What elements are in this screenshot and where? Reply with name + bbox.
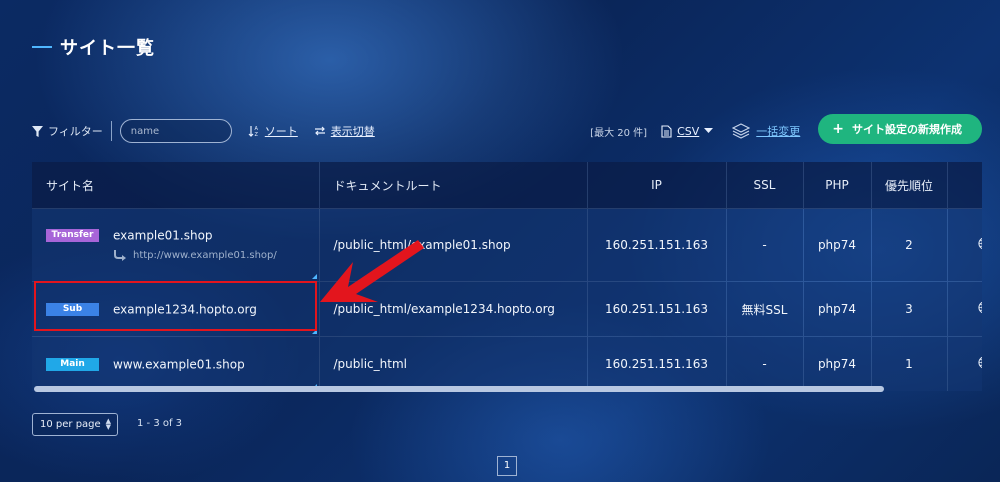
globe-icon[interactable] <box>978 237 982 250</box>
toggle-icon <box>314 126 325 136</box>
globe-icon[interactable] <box>978 356 982 369</box>
layers-icon <box>732 123 751 139</box>
annotation-arrow <box>320 240 424 302</box>
column-header-actions <box>947 162 982 209</box>
highlight-box <box>34 281 317 331</box>
caret-down-icon <box>704 128 714 133</box>
toggle-view-label: 表示切替 <box>330 125 375 138</box>
search-input[interactable] <box>119 119 232 143</box>
filter-icon <box>32 125 43 137</box>
actions-cell <box>947 336 982 391</box>
csv-label: CSV <box>677 124 700 138</box>
column-header-docroot[interactable]: ドキュメントルート <box>319 162 588 209</box>
redirect-url[interactable]: http://www.example01.shop/ <box>133 250 277 261</box>
priority-cell: 1 <box>871 336 948 391</box>
filter-label-group: フィルター <box>32 123 103 139</box>
column-header-site-name[interactable]: サイト名 <box>32 162 320 209</box>
sort-label: ソート <box>264 125 298 138</box>
site-table-container: サイト名 ドキュメントルート IP SSL PHP 優先順位 Transfer e… <box>32 162 982 394</box>
bulk-edit-label: 一括変更 <box>756 125 801 138</box>
column-header-priority[interactable]: 優先順位 <box>871 162 948 209</box>
php-cell: php74 <box>803 336 872 391</box>
priority-cell: 2 <box>871 208 948 282</box>
site-name-cell: Main www.example01.shop <box>32 336 320 391</box>
plus-icon: + <box>832 121 844 137</box>
document-icon <box>661 124 672 138</box>
php-cell: php74 <box>803 281 872 337</box>
toolbar: フィルター A Z ソート 表示切替 [最大 20 件] CSV <box>32 114 982 144</box>
globe-icon[interactable] <box>978 301 982 314</box>
priority-cell: 3 <box>871 281 948 337</box>
column-header-ssl[interactable]: SSL <box>726 162 804 209</box>
pagination-range: 1 - 3 of 3 <box>137 418 183 429</box>
ip-cell: 160.251.151.163 <box>587 208 727 282</box>
page-header: サイト一覧 <box>32 34 155 60</box>
column-header-php[interactable]: PHP <box>803 162 872 209</box>
max-items-note: [最大 20 件] <box>590 127 648 139</box>
bulk-edit-link[interactable]: 一括変更 <box>732 123 800 139</box>
site-domain[interactable]: www.example01.shop <box>113 357 245 371</box>
page-button-1[interactable]: 1 <box>497 456 517 476</box>
per-page-select[interactable]: 10 per page ▲ ▼ <box>32 413 118 436</box>
actions-cell <box>947 281 982 337</box>
toolbar-divider <box>110 121 112 141</box>
table-row[interactable]: Main www.example01.shop /public_html 160.… <box>32 336 982 391</box>
ip-cell: 160.251.151.163 <box>587 281 727 337</box>
page-title: サイト一覧 <box>60 38 155 59</box>
ssl-cell: - <box>726 208 804 282</box>
docroot-cell: /public_html <box>319 336 588 391</box>
redirect-arrow-icon <box>114 249 126 261</box>
svg-text:Z: Z <box>254 132 258 137</box>
per-page-value: 10 per page <box>40 419 101 430</box>
site-domain[interactable]: example01.shop <box>113 229 213 243</box>
title-accent-line <box>32 46 52 48</box>
table-horizontal-scrollbar[interactable] <box>34 386 884 392</box>
csv-dropdown[interactable]: CSV <box>661 125 718 138</box>
site-type-badge: Main <box>46 357 99 371</box>
table-row[interactable]: Transfer example01.shop http://www.exampl… <box>32 208 982 282</box>
ssl-cell: 無料SSL <box>726 281 804 337</box>
site-name-cell: Transfer example01.shop http://www.exampl… <box>32 208 320 282</box>
php-cell: php74 <box>803 208 872 282</box>
table-header-row: サイト名 ドキュメントルート IP SSL PHP 優先順位 <box>32 162 982 209</box>
corner-marker <box>311 274 317 279</box>
site-type-badge: Transfer <box>46 229 99 243</box>
spinner-arrows-icon: ▲ ▼ <box>105 417 111 431</box>
redirect-info: http://www.example01.shop/ <box>113 249 318 262</box>
ssl-cell: - <box>726 336 804 391</box>
filter-label: フィルター <box>48 125 103 138</box>
toggle-view-button[interactable]: 表示切替 <box>314 123 375 139</box>
create-site-label: サイト設定の新規作成 <box>852 123 962 136</box>
sort-icon: A Z <box>248 126 258 137</box>
ip-cell: 160.251.151.163 <box>587 336 727 391</box>
column-header-ip[interactable]: IP <box>587 162 727 209</box>
toolbar-right: [最大 20 件] CSV 一括変更 + サイト設定の新規作成 <box>590 114 982 144</box>
actions-cell <box>947 208 982 282</box>
create-site-button[interactable]: + サイト設定の新規作成 <box>818 114 982 144</box>
sort-button[interactable]: A Z ソート <box>248 123 298 139</box>
site-table: サイト名 ドキュメントルート IP SSL PHP 優先順位 Transfer e… <box>32 162 982 391</box>
